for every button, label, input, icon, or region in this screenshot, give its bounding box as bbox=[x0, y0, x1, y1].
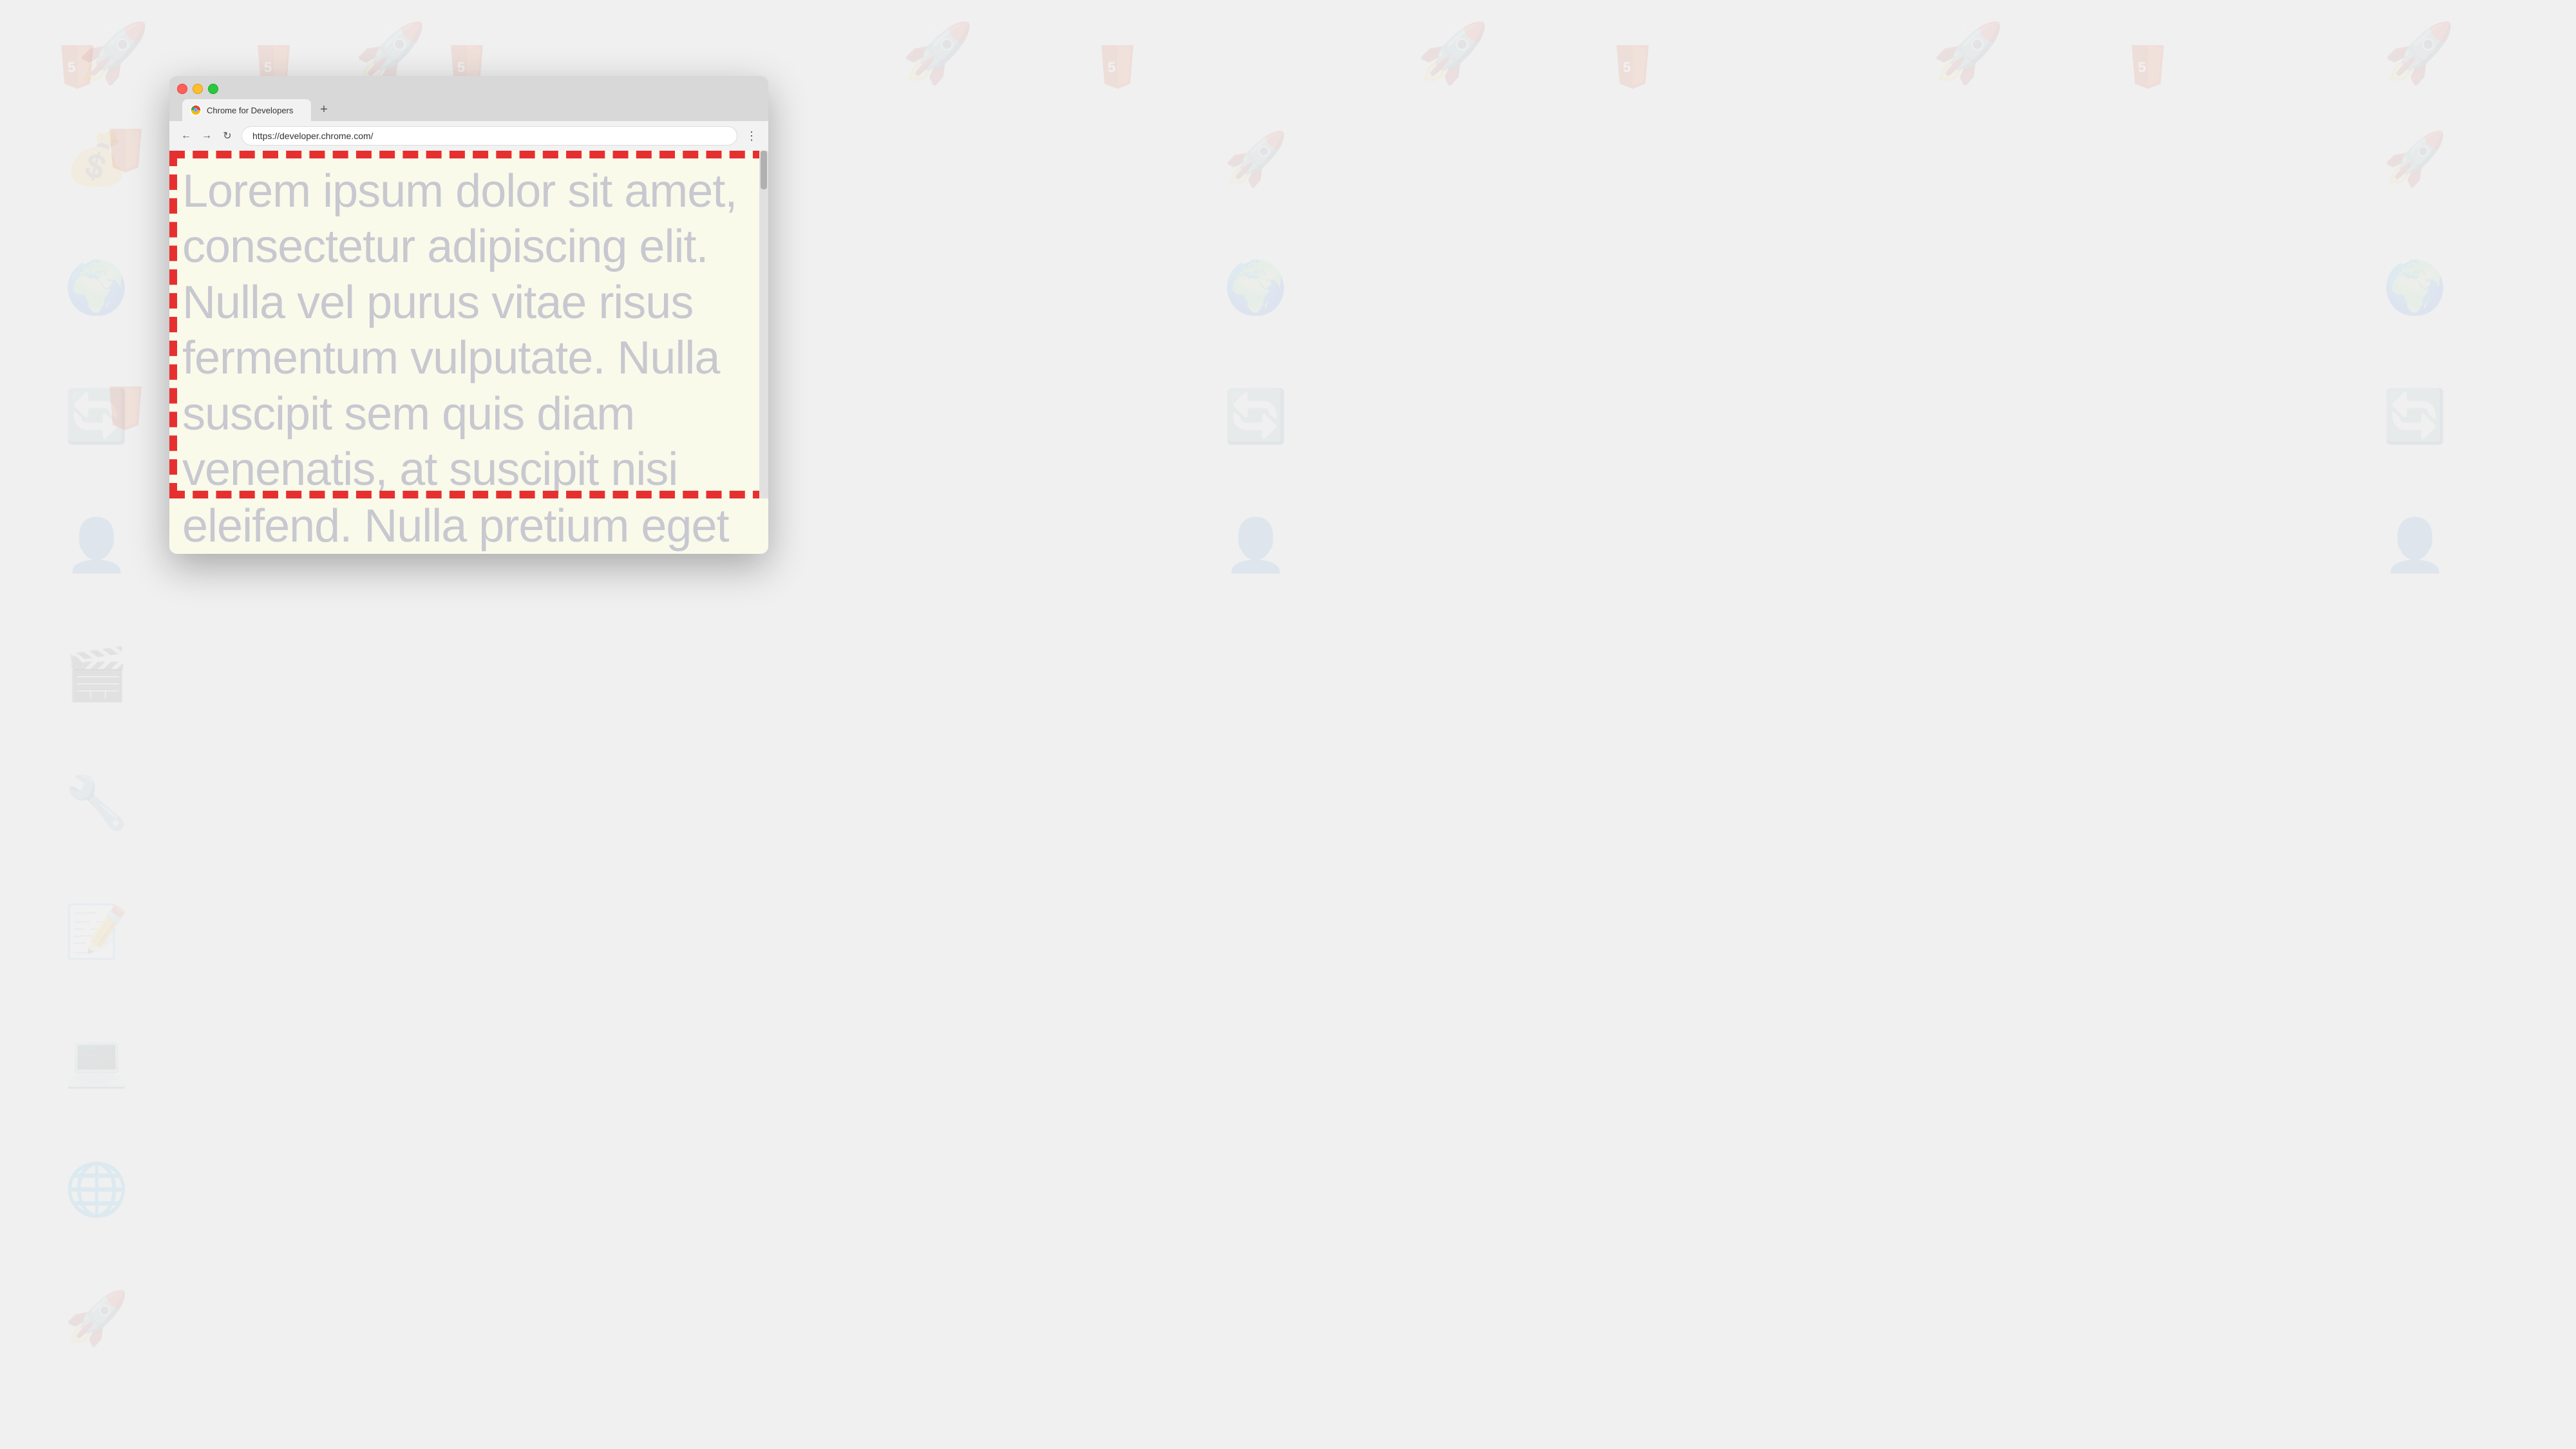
minimize-button[interactable] bbox=[193, 84, 203, 94]
deco-icon: 🔧 bbox=[64, 773, 129, 833]
html-badge-icon: 5 bbox=[2125, 45, 2170, 90]
html-badge-icon: 5 bbox=[1095, 45, 1140, 90]
svg-text:5: 5 bbox=[1623, 59, 1631, 75]
close-button[interactable] bbox=[177, 84, 187, 94]
deco-icon: 🔄 bbox=[1224, 386, 1288, 447]
html-badge-icon bbox=[103, 129, 148, 174]
svg-text:5: 5 bbox=[68, 59, 75, 75]
deco-icon: 🔄 bbox=[2383, 386, 2447, 447]
browser-tab[interactable]: Chrome for Developers bbox=[182, 99, 311, 121]
title-bar: Chrome for Developers + bbox=[169, 76, 768, 121]
svg-text:5: 5 bbox=[264, 59, 272, 75]
deco-icon: 🚀 bbox=[1932, 19, 2004, 87]
browser-content: Lorem ipsum dolor sit amet, consectetur … bbox=[169, 151, 768, 498]
tab-bar: Chrome for Developers + bbox=[177, 99, 761, 121]
below-content-text: eleifend. Nulla pretium eget bbox=[169, 498, 768, 554]
back-button[interactable]: ← bbox=[177, 127, 195, 145]
svg-text:5: 5 bbox=[457, 59, 465, 75]
html-badge-icon: 5 bbox=[1610, 45, 1655, 90]
deco-icon: 🚀 bbox=[1417, 19, 1489, 87]
deco-icon: 🚀 bbox=[2383, 19, 2455, 87]
deco-icon: 🚀 bbox=[902, 19, 974, 87]
svg-text:5: 5 bbox=[2138, 59, 2146, 75]
deco-icon: 💻 bbox=[64, 1030, 129, 1091]
traffic-lights bbox=[177, 84, 761, 94]
scrollbar-thumb[interactable] bbox=[761, 151, 767, 189]
deco-icon: 🚀 bbox=[64, 1288, 129, 1349]
address-bar[interactable]: https://developer.chrome.com/ bbox=[242, 126, 737, 146]
deco-icon: 📝 bbox=[64, 902, 129, 962]
tab-title: Chrome for Developers bbox=[207, 106, 301, 115]
deco-icon: 👤 bbox=[64, 515, 129, 576]
deco-icon: 🌍 bbox=[64, 258, 129, 318]
deco-icon: 🎬 bbox=[64, 644, 129, 705]
maximize-button[interactable] bbox=[208, 84, 218, 94]
deco-icon: 🚀 bbox=[1224, 129, 1288, 189]
page-content-text: Lorem ipsum dolor sit amet, consectetur … bbox=[169, 151, 768, 498]
forward-button[interactable]: → bbox=[198, 127, 216, 145]
deco-icon: 👤 bbox=[2383, 515, 2447, 576]
html-badge-icon: 5 bbox=[55, 45, 100, 90]
scrollbar[interactable] bbox=[759, 151, 768, 498]
deco-icon: 🌐 bbox=[64, 1159, 129, 1220]
chrome-favicon bbox=[190, 104, 202, 116]
deco-icon: 👤 bbox=[1224, 515, 1288, 576]
deco-icon: 🌍 bbox=[2383, 258, 2447, 318]
address-bar-area: ← → ↻ https://developer.chrome.com/ ⋮ bbox=[169, 121, 768, 151]
deco-icon: 🚀 bbox=[2383, 129, 2447, 189]
browser-menu-button[interactable]: ⋮ bbox=[743, 127, 761, 145]
html-badge-icon bbox=[103, 386, 148, 431]
new-tab-button[interactable]: + bbox=[314, 99, 334, 120]
browser-window: Chrome for Developers + ← → ↻ https://de… bbox=[169, 76, 768, 554]
nav-buttons: ← → ↻ bbox=[177, 127, 236, 145]
deco-icon: 🌍 bbox=[1224, 258, 1288, 318]
refresh-button[interactable]: ↻ bbox=[218, 127, 236, 145]
svg-text:5: 5 bbox=[1108, 59, 1115, 75]
